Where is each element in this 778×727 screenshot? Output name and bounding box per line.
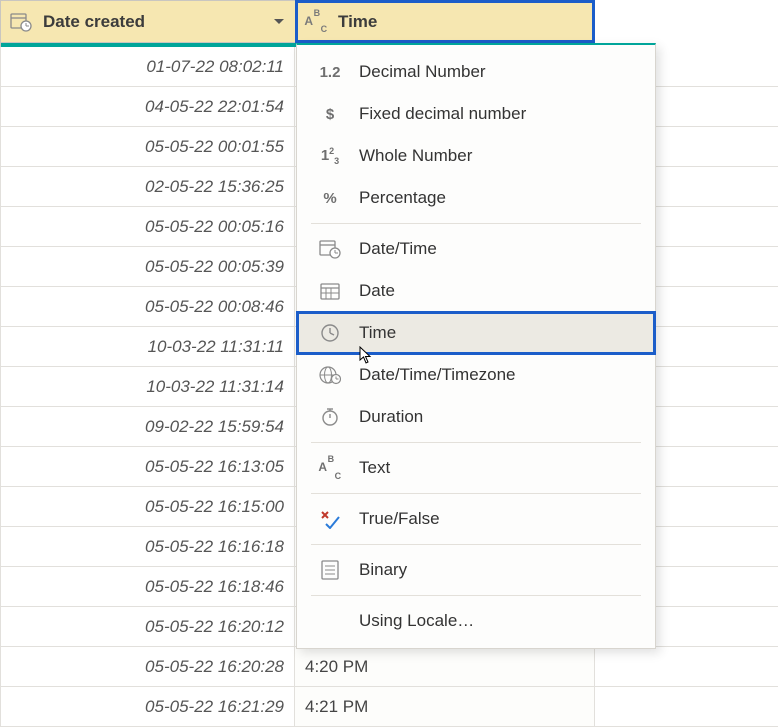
menu-item-label: Time	[359, 323, 396, 343]
cell-date: 01-07-22 08:02:11	[0, 47, 295, 86]
menu-item-datetime[interactable]: Date/Time	[297, 228, 655, 270]
1²3-icon: 123	[315, 146, 345, 166]
cell-date: 05-05-22 16:21:29	[0, 687, 295, 726]
menu-item-decimal[interactable]: 1.2 Decimal Number	[297, 51, 655, 93]
menu-item-binary[interactable]: Binary	[297, 549, 655, 591]
$-icon: $	[315, 106, 345, 123]
ABC-icon: ABC	[315, 459, 345, 476]
table-row[interactable]: 05-05-22 16:20:284:20 PM	[0, 647, 778, 687]
menu-item-percent[interactable]: % Percentage	[297, 177, 655, 219]
menu-item-locale[interactable]: Using Locale…	[297, 600, 655, 642]
menu-item-time[interactable]: Time	[297, 312, 655, 354]
cell-date: 02-05-22 15:36:25	[0, 167, 295, 206]
menu-item-label: Binary	[359, 560, 407, 580]
menu-item-label: Using Locale…	[359, 611, 474, 631]
datatype-menu: 1.2 Decimal Number $ Fixed decimal number 12…	[296, 43, 656, 649]
column-header-date[interactable]: Date created	[0, 0, 295, 43]
menu-item-label: Decimal Number	[359, 62, 486, 82]
menu-item-label: Date	[359, 281, 395, 301]
menu-item-label: Text	[359, 458, 390, 478]
cell-date: 05-05-22 00:01:55	[0, 127, 295, 166]
text-type-icon: ABC	[304, 10, 328, 34]
cell-date: 05-05-22 00:05:39	[0, 247, 295, 286]
cell-time: 4:21 PM	[295, 687, 595, 726]
menu-item-label: Date/Time/Timezone	[359, 365, 516, 385]
menu-item-dttz[interactable]: Date/Time/Timezone	[297, 354, 655, 396]
column-date-dropdown[interactable]	[269, 12, 289, 32]
menu-item-label: Percentage	[359, 188, 446, 208]
cell-time: 4:20 PM	[295, 647, 595, 686]
menu-item-bool[interactable]: True/False	[297, 498, 655, 540]
1.2-icon: 1.2	[315, 64, 345, 81]
cell-date: 05-05-22 16:18:46	[0, 567, 295, 606]
cell-date: 05-05-22 16:15:00	[0, 487, 295, 526]
menu-item-whole[interactable]: 123 Whole Number	[297, 135, 655, 177]
menu-separator	[311, 595, 641, 596]
cell-date: 10-03-22 11:31:14	[0, 367, 295, 406]
table-row[interactable]: 05-05-22 16:21:294:21 PM	[0, 687, 778, 727]
binary-icon	[315, 560, 345, 580]
duration-icon	[315, 407, 345, 427]
cell-date: 05-05-22 00:05:16	[0, 207, 295, 246]
globe-clock-icon	[315, 365, 345, 385]
menu-item-label: Date/Time	[359, 239, 437, 259]
menu-separator	[311, 442, 641, 443]
column-header-time-label: Time	[338, 12, 588, 32]
date-icon	[315, 282, 345, 300]
menu-separator	[311, 223, 641, 224]
datetime-icon	[9, 10, 33, 34]
cell-date: 05-05-22 16:20:28	[0, 647, 295, 686]
column-header-time[interactable]: ABC Time	[295, 0, 595, 43]
menu-item-text[interactable]: ABC Text	[297, 447, 655, 489]
cell-date: 05-05-22 16:20:12	[0, 607, 295, 646]
clock-icon	[315, 323, 345, 343]
cell-date: 04-05-22 22:01:54	[0, 87, 295, 126]
cell-date: 10-03-22 11:31:11	[0, 327, 295, 366]
menu-item-date[interactable]: Date	[297, 270, 655, 312]
cell-date: 09-02-22 15:59:54	[0, 407, 295, 446]
cell-date: 05-05-22 16:13:05	[0, 447, 295, 486]
menu-item-label: Duration	[359, 407, 423, 427]
menu-item-label: Fixed decimal number	[359, 104, 526, 124]
cell-date: 05-05-22 00:08:46	[0, 287, 295, 326]
menu-item-fixed[interactable]: $ Fixed decimal number	[297, 93, 655, 135]
%-icon: %	[315, 190, 345, 207]
cell-date: 05-05-22 16:16:18	[0, 527, 295, 566]
column-header-date-label: Date created	[43, 12, 269, 32]
menu-separator	[311, 544, 641, 545]
menu-item-label: Whole Number	[359, 146, 472, 166]
menu-item-duration[interactable]: Duration	[297, 396, 655, 438]
menu-separator	[311, 493, 641, 494]
xcheck-icon	[315, 509, 345, 529]
menu-item-label: True/False	[359, 509, 440, 529]
datetime-icon	[315, 239, 345, 259]
